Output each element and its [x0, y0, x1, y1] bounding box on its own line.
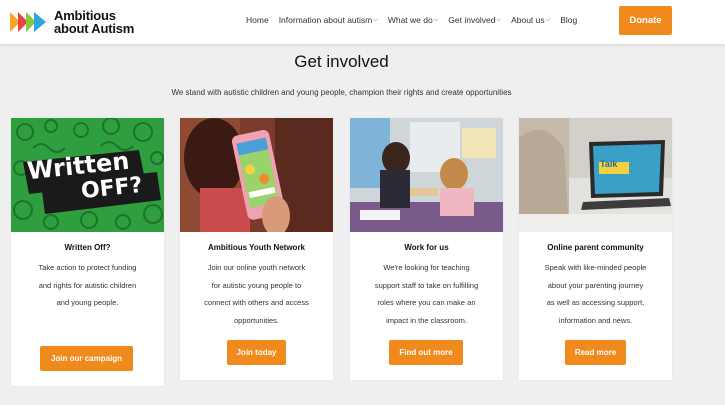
nav-item-about-us[interactable]: About us ⌵ — [511, 15, 550, 25]
page-subtitle: We stand with autistic children and youn… — [171, 88, 512, 97]
card-description: We're looking for teaching support staff… — [350, 259, 503, 329]
card-text-line: and young people. — [56, 298, 119, 307]
card-text-line: opportunities. — [233, 315, 280, 325]
page-title: Get involved — [294, 52, 389, 71]
nav-label: About us — [511, 15, 545, 25]
card-youth-network: Ambitious Youth Network Join our online … — [180, 118, 333, 380]
nav-item-what-we-do[interactable]: What we do ⌵ — [388, 15, 438, 25]
join-campaign-button[interactable]: Join our campaign — [40, 346, 133, 371]
site-header: Ambitious about Autism Home Information … — [0, 0, 725, 44]
nav-item-information[interactable]: Information about autism ⌵ — [279, 15, 378, 25]
chevron-down-icon: ⌵ — [373, 16, 378, 23]
logo-chevrons-icon — [10, 12, 46, 32]
donate-button[interactable]: Donate — [619, 6, 672, 35]
card-text-line: as well as accessing support, — [546, 298, 645, 307]
logo-text: Ambitious about Autism — [54, 9, 134, 35]
card-text-line: Take action to protect funding — [38, 263, 137, 272]
card-text-line: We're looking for teaching — [383, 263, 470, 272]
card-text-line: roles where you can make an — [377, 298, 476, 307]
card-work-for-us: Work for us We're looking for teaching s… — [350, 118, 503, 380]
card-image-youth-network[interactable] — [180, 118, 333, 232]
read-more-button[interactable]: Read more — [565, 340, 626, 365]
logo-line-2: about Autism — [54, 21, 135, 36]
card-text-line: Join our online youth network — [207, 263, 306, 272]
nav-item-blog[interactable]: Blog — [560, 15, 577, 25]
logo[interactable]: Ambitious about Autism — [10, 8, 134, 36]
chevron-down-icon: ⌵ — [545, 16, 551, 23]
card-parent-community: Talk Online parent community Speak with … — [519, 118, 672, 380]
card-description: Speak with like-minded people about your… — [519, 259, 672, 329]
nav-item-get-involved[interactable]: Get involved ⌵ — [448, 15, 501, 25]
chevron-down-icon: ⌵ — [496, 16, 502, 23]
card-title: Work for us — [404, 243, 449, 252]
card-text-line: impact in the classroom. — [386, 315, 467, 325]
card-image-written-off[interactable]: Written OFF? — [11, 118, 164, 232]
main-nav: Home Information about autism ⌵ What we d… — [246, 15, 587, 25]
talk-image-text: Talk — [600, 159, 618, 169]
card-image-parent-community[interactable]: Talk — [519, 118, 672, 232]
chevron-down-icon: ⌵ — [433, 16, 439, 23]
nav-label: What we do — [387, 15, 433, 25]
nav-label: Blog — [560, 15, 578, 25]
nav-item-home[interactable]: Home — [246, 15, 269, 25]
card-written-off: Written OFF? Written Off? Take action to… — [11, 118, 164, 386]
nav-label: Home — [246, 15, 269, 25]
card-title: Written Off? — [64, 243, 111, 252]
card-text-line: connect with others and access — [204, 298, 309, 307]
nav-label: Get involved — [448, 15, 496, 25]
card-title: Ambitious Youth Network — [207, 243, 306, 252]
card-title: Online parent community — [547, 243, 644, 252]
card-text-line: Speak with like-minded people — [544, 263, 647, 272]
card-text-line: about your parenting journey — [547, 280, 644, 290]
find-out-more-button[interactable]: Find out more — [389, 340, 463, 365]
card-text-line: for autistic young people to — [211, 280, 302, 290]
nav-label: Information about autism — [278, 15, 373, 25]
join-today-button[interactable]: Join today — [227, 340, 286, 365]
card-text-line: support staff to take on fulfilling — [374, 280, 479, 290]
card-text-line: and rights for autistic children — [38, 280, 137, 290]
card-description: Join our online youth network for autist… — [180, 259, 333, 329]
card-description: Take action to protect funding and right… — [11, 259, 164, 312]
card-image-work-for-us[interactable] — [350, 118, 503, 232]
card-text-line: information and news. — [558, 315, 633, 325]
